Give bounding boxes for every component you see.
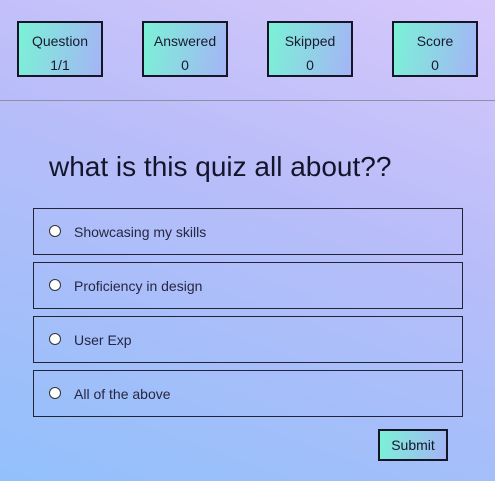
stat-skipped-value: 0 (306, 57, 314, 73)
stats-header: Question 1/1 Answered 0 Skipped 0 Score … (0, 0, 495, 101)
radio-button[interactable] (49, 279, 61, 291)
answer-option[interactable]: Showcasing my skills (33, 208, 463, 255)
answer-option-label: User Exp (74, 332, 132, 348)
stat-score-label: Score (416, 33, 454, 49)
answer-option[interactable]: All of the above (33, 370, 463, 417)
stat-score-value: 0 (431, 57, 439, 73)
stat-question-label: Question (31, 33, 89, 49)
radio-button[interactable] (49, 387, 61, 399)
stat-question-value: 1/1 (50, 57, 70, 73)
stat-skipped-card: Skipped 0 (267, 21, 353, 77)
stat-skipped-label: Skipped (284, 33, 336, 49)
answer-option-label: All of the above (74, 386, 171, 402)
answer-option[interactable]: Proficiency in design (33, 262, 463, 309)
stat-answered-card: Answered 0 (142, 21, 228, 77)
radio-button[interactable] (49, 333, 61, 345)
submit-button[interactable]: Submit (378, 429, 448, 461)
radio-button[interactable] (49, 225, 61, 237)
answer-option[interactable]: User Exp (33, 316, 463, 363)
stat-answered-label: Answered (153, 33, 217, 49)
answer-option-label: Showcasing my skills (74, 224, 207, 240)
stat-score-card: Score 0 (392, 21, 478, 77)
stat-question-card: Question 1/1 (17, 21, 103, 77)
question-title: what is this quiz all about?? (49, 151, 392, 182)
answer-option-label: Proficiency in design (74, 278, 203, 294)
stat-answered-value: 0 (181, 57, 189, 73)
